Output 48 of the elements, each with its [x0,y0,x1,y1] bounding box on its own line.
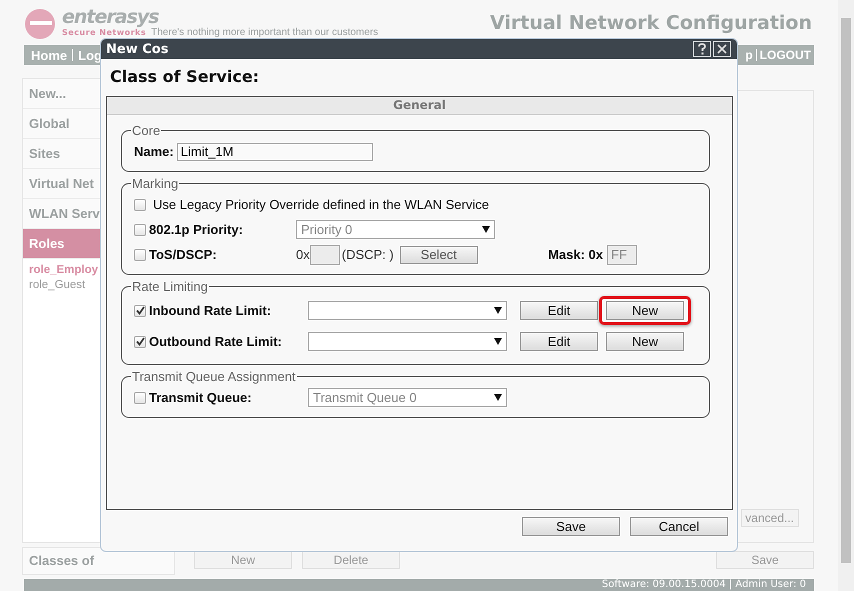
dropdown[interactable] [308,301,507,320]
select-button[interactable]: Select [400,246,478,264]
dropdown[interactable]: Priority 0 [296,220,495,239]
dropdown[interactable] [308,332,507,351]
field-label: Transmit Queue: [149,390,253,405]
tos-field[interactable] [310,244,340,264]
checkbox[interactable] [134,336,146,348]
checkbox[interactable] [134,198,146,210]
sidebar-item[interactable]: Classes of [22,547,175,575]
dropdown[interactable]: Transmit Queue 0 [308,388,507,407]
brand-subtitle: Secure Networks [62,28,146,37]
hex-prefix: 0x [296,247,310,262]
field-label: Mask: 0x [548,247,603,262]
checkbox[interactable] [134,224,146,236]
dialog-button[interactable]: Save [522,517,620,536]
action-button[interactable]: Edit [520,301,598,320]
group-legend: Rate Limiting [131,279,209,294]
advanced-button[interactable]: vanced... [741,509,799,527]
dialog-title: New Cos [106,42,168,56]
status-text: Software: 09.00.15.0004 | Admin User: 0 [602,579,806,590]
tagline: There's nothing more important than our customers [151,27,378,38]
dscp-text: (DSCP: ) [342,247,394,262]
close-icon[interactable] [713,41,731,57]
name-field[interactable]: Limit_1M [176,142,373,160]
nav-link[interactable]: p [742,48,756,62]
panel-title: General [393,98,446,112]
nav-link[interactable]: LOGOUT [756,48,814,62]
dialog-button[interactable]: Cancel [630,517,728,536]
checkbox[interactable] [134,248,146,260]
group-legend: Core [131,123,162,138]
checkbox[interactable] [134,304,146,316]
action-button[interactable]: Delete [302,551,400,569]
action-button[interactable]: New [606,332,684,351]
mask-field[interactable]: FF [607,244,637,264]
group-legend: Transmit Queue Assignment [131,369,297,384]
field-label: Inbound Rate Limit: [149,303,272,318]
field-label: Name: [134,144,174,159]
brand-name: enterasys [62,8,159,27]
checkbox[interactable] [134,392,146,404]
action-button[interactable]: New [194,551,292,569]
nav-link[interactable]: Home [26,48,72,62]
action-button[interactable]: Edit [520,332,598,351]
app-title: Virtual Network Configuration [490,12,812,34]
help-icon[interactable] [693,41,711,57]
scrollbar[interactable] [838,0,854,591]
save-button[interactable]: Save [716,551,814,569]
field-label: Outbound Rate Limit: [149,334,283,349]
action-button[interactable]: New [606,301,684,320]
